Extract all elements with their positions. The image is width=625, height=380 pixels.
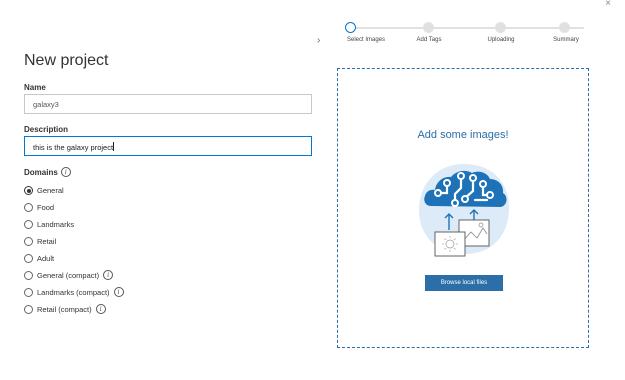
radio-button[interactable] xyxy=(24,237,33,246)
radio-button[interactable] xyxy=(24,270,33,280)
name-field[interactable]: galaxy3 xyxy=(24,94,312,114)
step-dot-summary xyxy=(559,22,570,33)
info-icon[interactable]: i xyxy=(95,304,106,314)
step-label-select-images: Select Images xyxy=(346,37,386,43)
domain-option-label: Landmarks xyxy=(37,220,75,229)
radio-button[interactable] xyxy=(24,203,33,212)
browse-local-files-button[interactable]: Browse local files xyxy=(425,275,503,291)
domain-option-general-compact[interactable]: General (compact) i xyxy=(24,270,114,280)
description-field-value: this is the galaxy project xyxy=(33,143,114,152)
page-title: New project xyxy=(24,52,109,69)
chevron-right-icon[interactable]: › xyxy=(317,35,320,46)
domain-option-landmarks[interactable]: Landmarks xyxy=(24,220,74,229)
close-icon[interactable]: × xyxy=(605,0,611,9)
image-drop-zone[interactable]: Add some images! Browse local files xyxy=(337,68,589,348)
step-dot-add-tags xyxy=(423,22,434,33)
domain-option-adult[interactable]: Adult xyxy=(24,254,54,263)
domain-option-label: Adult xyxy=(37,254,55,263)
info-icon[interactable]: i xyxy=(60,167,71,177)
cloud-brain-upload-icon xyxy=(419,164,509,257)
radio-button[interactable] xyxy=(24,304,33,314)
name-label: Name xyxy=(24,83,46,92)
info-icon[interactable]: i xyxy=(113,287,124,297)
domain-option-label: Retail (compact) xyxy=(37,304,92,314)
domain-option-label: General (compact) xyxy=(37,270,100,280)
text-caret xyxy=(113,142,115,151)
stepper-track xyxy=(351,27,584,29)
step-label-uploading: Uploading xyxy=(487,37,515,43)
radio-button[interactable] xyxy=(24,186,33,195)
wizard-stepper: Select Images Add Tags Uploading Summary xyxy=(345,20,590,50)
domain-option-label: Landmarks (compact) xyxy=(37,287,110,297)
domain-option-label: Food xyxy=(37,203,55,212)
domain-option-general[interactable]: General xyxy=(24,186,64,195)
domain-option-landmarks-compact[interactable]: Landmarks (compact) i xyxy=(24,287,124,297)
step-label-add-tags: Add Tags xyxy=(416,37,442,43)
domains-label: Domains i xyxy=(24,167,71,177)
domains-label-text: Domains xyxy=(24,167,58,177)
domain-option-retail[interactable]: Retail xyxy=(24,237,56,246)
step-dot-select-images xyxy=(345,22,356,33)
description-field[interactable]: this is the galaxy project xyxy=(24,136,312,156)
radio-button[interactable] xyxy=(24,254,33,263)
step-dot-uploading xyxy=(495,22,506,33)
name-field-value: galaxy3 xyxy=(33,100,59,109)
domain-option-label: Retail xyxy=(37,237,57,246)
add-images-heading: Add some images! xyxy=(417,129,509,141)
domain-option-label: General xyxy=(37,186,64,195)
description-label: Description xyxy=(24,125,69,134)
step-label-summary: Summary xyxy=(553,37,579,43)
domain-option-retail-compact[interactable]: Retail (compact) i xyxy=(24,304,106,314)
radio-button[interactable] xyxy=(24,287,33,297)
info-icon[interactable]: i xyxy=(103,270,114,280)
radio-button[interactable] xyxy=(24,220,33,229)
domain-option-food[interactable]: Food xyxy=(24,203,54,212)
